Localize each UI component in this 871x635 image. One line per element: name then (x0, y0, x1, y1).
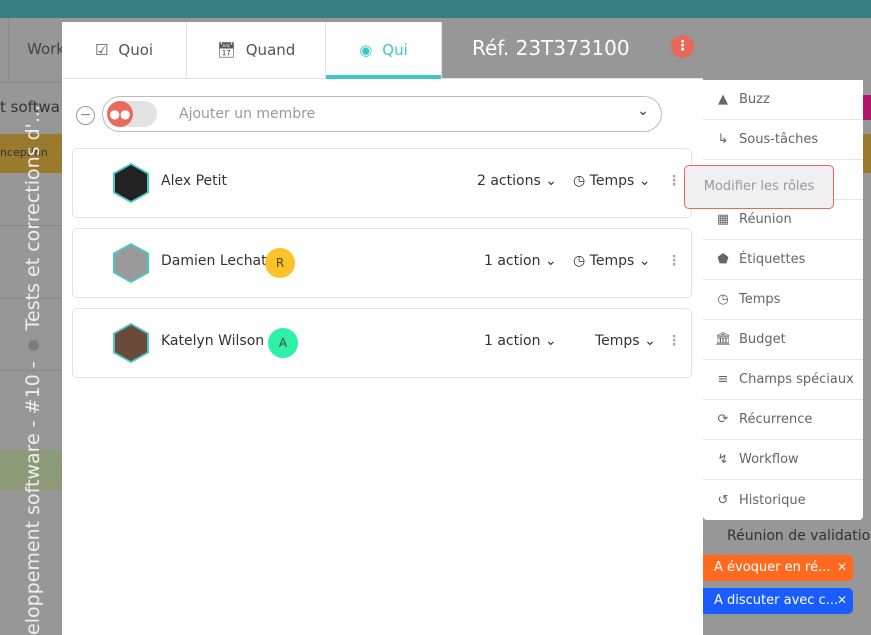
recurrence-icon: ⟳ (717, 412, 729, 427)
chevron-down-icon: ⌄ (545, 173, 557, 189)
tag-icon: ⬟ (717, 252, 729, 267)
tab-qui[interactable]: ◉ Qui (326, 22, 442, 79)
calendar-icon: 📅︎ (216, 41, 236, 59)
vertical-project-title: eloppement software - #10 - Tests et corr… (22, 105, 44, 635)
role-badge: A (268, 328, 298, 358)
member-menu-icon[interactable]: ⋮ (667, 173, 681, 189)
menu-item-etiquettes[interactable]: ⬟ Étiquettes (703, 240, 863, 280)
menu-item-buzz[interactable]: ▲ Buzz (703, 80, 863, 120)
actions-count: 1 action (484, 333, 541, 349)
time-label: Temps (589, 253, 635, 269)
member-name: Katelyn Wilson (161, 333, 265, 349)
time-label: Temps (595, 333, 640, 349)
menu-label: Étiquettes (739, 252, 806, 267)
background-pink-tag (863, 95, 871, 120)
menu-item-temps[interactable]: ◷ Temps (703, 280, 863, 320)
bell-icon: ▲ (718, 92, 728, 107)
actions-dropdown[interactable]: 2 actions ⌄ (477, 173, 557, 189)
member-row: Alex Petit 2 actions ⌄ ◷ Temps ⌄ ⋮ (72, 148, 692, 218)
collapse-button[interactable]: − (76, 106, 95, 125)
menu-item-workflow[interactable]: ↯ Workflow (703, 440, 863, 480)
chevron-down-icon: ⌄ (644, 333, 656, 349)
dot-separator (28, 340, 39, 352)
task-modal: ☑ Quoi 📅︎ Quand ◉ Qui Réf. 23T373100 ⋮ − ●●… (62, 22, 703, 635)
background-gold-row (863, 134, 871, 173)
close-icon[interactable]: ✕ (837, 593, 847, 607)
side-menu: ▲ Buzz ↳ Sous-tâches ▦ Réunion ⬟ Étiquettes … (703, 80, 863, 520)
calendar-icon: ▦ (716, 212, 730, 227)
time-dropdown[interactable]: ◷ Temps ⌄ (573, 173, 650, 189)
tag-chip[interactable]: A discuter avec c... ✕ (703, 588, 853, 614)
clock-icon: ◷ (717, 292, 729, 307)
menu-label: Buzz (739, 92, 770, 107)
menu-item-budget[interactable]: 🏛︎ Budget (703, 320, 863, 360)
menu-item-sous-taches[interactable]: ↳ Sous-tâches (703, 120, 863, 160)
tag-label: A évoquer en ré... (714, 560, 831, 575)
member-menu-icon[interactable]: ⋮ (667, 333, 681, 349)
member-menu-icon[interactable]: ⋮ (667, 253, 681, 269)
add-member-select[interactable]: ●● Ajouter un membre ⌄ (102, 96, 662, 132)
user-circle-icon: ◉ (359, 41, 373, 59)
bank-icon: 🏛︎ (715, 332, 732, 347)
avatar (113, 243, 149, 283)
menu-item-historique[interactable]: ↺ Historique (703, 480, 863, 520)
menu-label: Temps (739, 292, 781, 307)
history-icon: ↺ (717, 492, 729, 508)
menu-label: Sous-tâches (739, 132, 819, 147)
more-options-button[interactable]: ⋮ (671, 35, 694, 58)
tab-label: Quand (245, 41, 296, 59)
clock-icon: ◷ (573, 173, 586, 189)
divider (0, 82, 62, 83)
chevron-down-icon: ⌄ (638, 253, 651, 269)
member-name: Alex Petit (161, 173, 227, 189)
menu-label: Récurrence (739, 412, 813, 427)
app-top-bar (0, 0, 871, 18)
menu-label: Budget (739, 332, 786, 347)
tab-quoi[interactable]: ☑ Quoi (62, 22, 187, 78)
member-row: Katelyn Wilson A 1 action ⌄ Temps ⌄ ⋮ (72, 308, 692, 378)
time-label: Temps (589, 173, 635, 189)
actions-count: 1 action (484, 253, 541, 269)
role-badge: R (265, 248, 295, 278)
time-dropdown[interactable]: Temps ⌄ (595, 333, 656, 349)
modify-roles-tooltip[interactable]: Modifier les rôles (684, 165, 834, 209)
tab-label: Qui (382, 41, 408, 59)
member-row: Damien Lechat R 1 action ⌄ ◷ Temps ⌄ ⋮ (72, 228, 692, 298)
clock-icon: ◷ (573, 253, 586, 269)
background-tab: Work (8, 18, 68, 82)
chevron-down-icon: ⌄ (544, 333, 557, 349)
menu-item-champs-speciaux[interactable]: ≡ Champs spéciaux (703, 360, 863, 400)
background-meeting-title: Réunion de validation (727, 528, 871, 544)
time-dropdown[interactable]: ◷ Temps ⌄ (573, 253, 650, 269)
add-member-placeholder: Ajouter un membre (179, 106, 316, 122)
task-title: Tests et corrections d'... (22, 104, 44, 331)
actions-dropdown[interactable]: 1 action ⌄ (484, 333, 557, 349)
member-name: Damien Lechat (161, 253, 267, 269)
tab-quand[interactable]: 📅︎ Quand (187, 22, 326, 78)
users-icon: ●● (107, 101, 133, 127)
clipboard-check-icon: ☑ (94, 41, 109, 59)
workflow-icon: ↯ (717, 452, 729, 467)
actions-dropdown[interactable]: 1 action ⌄ (484, 253, 557, 269)
menu-label: Workflow (739, 452, 799, 467)
close-icon[interactable]: ✕ (837, 560, 847, 574)
tag-label: A discuter avec c... (714, 593, 839, 608)
chevron-down-icon: ⌄ (638, 173, 651, 189)
menu-label: Champs spéciaux (739, 372, 854, 387)
chevron-down-icon[interactable]: ⌄ (637, 103, 649, 119)
tag-chip[interactable]: A évoquer en ré... ✕ (703, 555, 853, 581)
menu-item-recurrence[interactable]: ⟳ Récurrence (703, 400, 863, 440)
group-toggle[interactable]: ●● (107, 101, 157, 127)
chevron-down-icon: ⌄ (544, 253, 557, 269)
tab-label: Quoi (118, 41, 154, 59)
avatar (113, 323, 149, 363)
reference-number: Réf. 23T373100 (472, 36, 630, 60)
project-title: eloppement software - #10 - (22, 361, 44, 635)
list-icon: ≡ (717, 372, 729, 387)
subtask-arrow-icon: ↳ (717, 132, 729, 147)
menu-label: Historique (739, 492, 806, 508)
menu-label: Réunion (739, 212, 792, 227)
actions-count: 2 actions (477, 173, 541, 189)
avatar (113, 163, 149, 203)
